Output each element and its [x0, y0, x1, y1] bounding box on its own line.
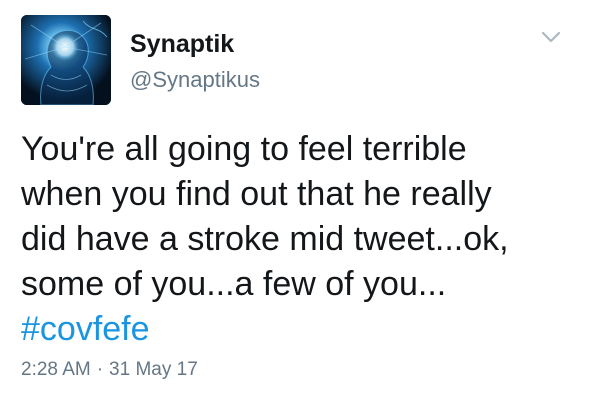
tweet-timestamp[interactable]: 2:28 AM · 31 May 17: [21, 357, 198, 383]
user-handle[interactable]: @Synaptikus: [130, 65, 260, 95]
tweet-time: 2:28 AM: [21, 359, 91, 380]
glowing-brain-head-icon: [21, 15, 111, 105]
tweet-text-line: some of you...a few of you...: [21, 265, 447, 303]
tweet-card: Synaptik @Synaptikus You're all going to…: [0, 0, 600, 400]
tweet-text-line: when you find out that he really: [21, 175, 492, 213]
tweet-text-line: You're all going to feel terrible: [21, 130, 467, 168]
tweet-text-line: did have a stroke mid tweet...ok,: [21, 220, 509, 258]
tweet-date: 31 May 17: [109, 359, 198, 380]
hashtag-link[interactable]: #covfefe: [21, 307, 586, 352]
display-name[interactable]: Synaptik: [130, 27, 234, 61]
avatar[interactable]: [21, 15, 111, 105]
chevron-down-icon[interactable]: [538, 26, 564, 48]
tweet-text: You're all going to feel terrible when y…: [21, 127, 586, 352]
timestamp-separator: ·: [96, 359, 104, 380]
